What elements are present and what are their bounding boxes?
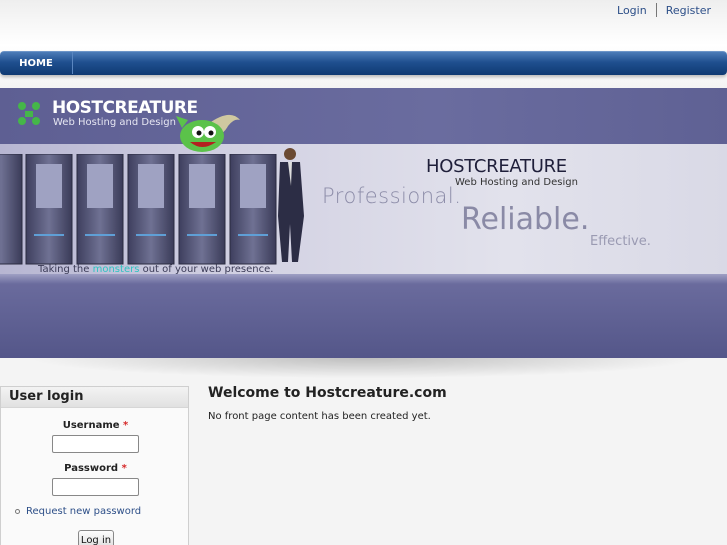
- banner-title: HOSTCREATURE: [426, 156, 567, 177]
- main-nav-bar: HOME: [0, 51, 727, 75]
- banner-slogan-professional: Professional.: [322, 184, 462, 208]
- top-links-divider: [655, 3, 657, 17]
- login-link[interactable]: Login: [617, 4, 647, 17]
- username-label: Username *: [1, 420, 190, 431]
- user-login-block: User login Username * Password * Request…: [0, 386, 189, 545]
- tagline-start: Taking the: [38, 264, 93, 275]
- tagline-end: out of your web presence.: [139, 264, 274, 275]
- request-new-password-link[interactable]: Request new password: [26, 506, 141, 517]
- server-racks-illustration: [0, 154, 277, 265]
- top-links: Login Register: [617, 3, 711, 17]
- request-password-item: Request new password: [15, 506, 141, 517]
- password-field[interactable]: [52, 478, 139, 496]
- banner-slogan-reliable: Reliable.: [461, 202, 590, 237]
- banner-stripe: [0, 274, 727, 284]
- page-title: Welcome to Hostcreature.com: [208, 385, 447, 401]
- hero-banner: HOSTCREATURE Web Hosting and Design HOST…: [0, 88, 727, 358]
- hostcreature-logo-icon: [18, 102, 40, 125]
- password-label: Password *: [1, 463, 190, 474]
- logo-subtitle: Web Hosting and Design: [53, 117, 176, 128]
- banner-tagline: Taking the monsters out of your web pres…: [38, 264, 273, 275]
- businessman-figure: [278, 148, 304, 262]
- required-mark: *: [123, 420, 129, 431]
- log-in-button[interactable]: Log in: [78, 530, 114, 545]
- bullet-icon: [15, 509, 20, 514]
- monster-mascot-icon: [176, 114, 240, 152]
- password-label-text: Password: [64, 463, 119, 474]
- username-field[interactable]: [52, 435, 139, 453]
- banner-shadow: [0, 358, 727, 380]
- banner-lower-band: [0, 284, 727, 358]
- user-login-title: User login: [1, 387, 188, 408]
- nav-item-home[interactable]: HOME: [0, 52, 73, 74]
- register-link[interactable]: Register: [666, 4, 711, 17]
- required-mark: *: [121, 463, 127, 474]
- username-label-text: Username: [62, 420, 120, 431]
- banner-slogan-effective: Effective.: [590, 234, 651, 249]
- front-page-message: No front page content has been created y…: [208, 411, 431, 422]
- banner-subtitle: Web Hosting and Design: [455, 177, 578, 188]
- tagline-highlight: monsters: [92, 264, 140, 275]
